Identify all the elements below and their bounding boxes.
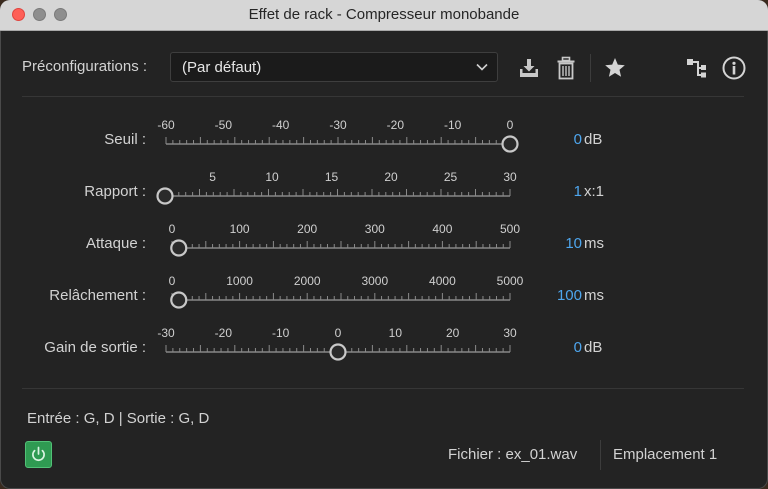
tick-label: -40: [272, 118, 290, 132]
param-unit: dB: [584, 339, 603, 356]
file-name-text: Fichier : ex_01.wav: [448, 446, 578, 463]
tick-label: 0: [507, 118, 514, 132]
tick-label: -30: [157, 326, 175, 340]
param-label: Relâchement :: [49, 287, 146, 304]
tick-label: 5000: [497, 274, 524, 288]
rack-effect-window: Effet de rack - Compresseur monobande Pr…: [0, 0, 768, 489]
tick-label: 4000: [429, 274, 456, 288]
tick-label: 0: [335, 326, 342, 340]
param-unit: x:1: [584, 183, 605, 200]
param-unit: dB: [584, 131, 603, 148]
tick-label: -50: [215, 118, 233, 132]
param-value[interactable]: 10: [565, 235, 582, 252]
tick-label: -10: [444, 118, 462, 132]
param-label: Attaque :: [85, 235, 146, 252]
star-icon[interactable]: [602, 55, 628, 81]
tick-label: 500: [500, 222, 520, 236]
power-icon: [32, 446, 45, 462]
param-value[interactable]: 0: [574, 131, 582, 148]
slider-thumb[interactable]: [501, 135, 519, 153]
slider-thumb[interactable]: [170, 291, 188, 309]
tick-label: -20: [387, 118, 405, 132]
slider[interactable]: 0 100 200 300 400 500: [150, 222, 530, 264]
tick-label: 25: [444, 170, 458, 184]
presets-selected-value: (Par défaut): [182, 59, 262, 76]
presets-dropdown[interactable]: (Par défaut): [170, 52, 498, 82]
param-value[interactable]: 1: [574, 183, 582, 200]
slider[interactable]: 0 1000 2000 3000 4000 5000: [150, 274, 530, 316]
tick-label: 10: [389, 326, 403, 340]
tick-label: 300: [365, 222, 385, 236]
param-unit: ms: [584, 235, 604, 252]
tick-label: -30: [329, 118, 347, 132]
tick-label: 0: [169, 222, 176, 236]
slider[interactable]: -30 -20 -10 0 10 20 30: [150, 326, 530, 368]
divider: [22, 96, 744, 97]
footer-separator: [600, 440, 601, 470]
slider-thumb[interactable]: [329, 343, 347, 361]
divider: [22, 388, 744, 389]
tick-label: 0: [169, 274, 176, 288]
tick-label: 30: [503, 170, 517, 184]
param-label: Seuil :: [104, 131, 146, 148]
tick-label: 10: [265, 170, 279, 184]
io-routing-text: Entrée : G, D | Sortie : G, D: [27, 410, 210, 427]
tick-label: -20: [215, 326, 233, 340]
info-icon[interactable]: [721, 55, 747, 81]
tick-label: -60: [157, 118, 175, 132]
tick-label: 200: [297, 222, 317, 236]
slider[interactable]: 5 10 15 20 25 30: [150, 170, 530, 212]
param-unit: ms: [584, 287, 604, 304]
param-label: Rapport :: [84, 183, 146, 200]
window-title: Effet de rack - Compresseur monobande: [248, 6, 520, 23]
tick-label: 5: [209, 170, 216, 184]
trash-icon[interactable]: [553, 55, 579, 81]
presets-label: Préconfigurations :: [22, 58, 148, 75]
tick-label: 1000: [226, 274, 253, 288]
download-icon[interactable]: [516, 55, 542, 81]
title-bar[interactable]: Effet de rack - Compresseur monobande: [0, 0, 768, 31]
param-label: Gain de sortie :: [44, 339, 146, 356]
slider-thumb[interactable]: [170, 239, 188, 257]
tick-label: 400: [432, 222, 452, 236]
routing-icon[interactable]: [683, 55, 709, 81]
param-value[interactable]: 0: [574, 339, 582, 356]
tick-label: 30: [503, 326, 517, 340]
tick-label: 100: [230, 222, 250, 236]
chevron-down-icon: [476, 63, 488, 71]
slot-text: Emplacement 1: [613, 446, 718, 463]
tick-label: 20: [446, 326, 460, 340]
tick-label: 15: [325, 170, 339, 184]
slider[interactable]: -60 -50 -40 -30 -20 -10 0: [150, 118, 530, 160]
toolbar-separator: [590, 54, 591, 82]
power-button[interactable]: [25, 441, 52, 468]
tick-label: 20: [384, 170, 398, 184]
tick-label: 2000: [294, 274, 321, 288]
slider-thumb[interactable]: [156, 187, 174, 205]
tick-label: -10: [272, 326, 290, 340]
param-value[interactable]: 100: [557, 287, 582, 304]
tick-label: 3000: [361, 274, 388, 288]
